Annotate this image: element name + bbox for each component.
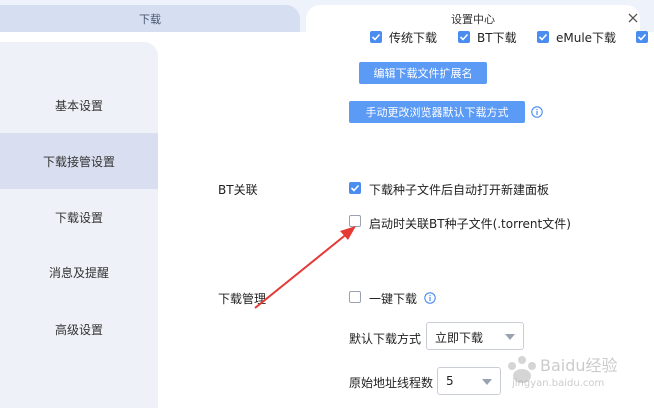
bt-association-title: BT关联 — [218, 183, 258, 197]
select-value: 立即下载 — [435, 331, 484, 345]
button-label: 手动更改浏览器默认下载方式 — [365, 106, 509, 119]
tab-bar: 下载 设置中心 — [0, 0, 654, 32]
sidebar-item-label: 下载接管设置 — [42, 154, 115, 169]
sidebar-item-download-takeover[interactable]: 下载接管设置 — [0, 133, 158, 189]
sidebar-item-notifications[interactable]: 消息及提醒 — [0, 244, 158, 300]
button-label: 编辑下载文件扩展名 — [373, 67, 473, 80]
watermark-url: jingyan.baidu.com — [512, 378, 605, 389]
checkbox-auto-open-panel[interactable] — [349, 182, 361, 194]
sidebar-item-label: 高级设置 — [54, 322, 103, 337]
checkbox-traditional-download[interactable] — [370, 31, 382, 43]
sidebar-item-label: 基本设置 — [54, 98, 103, 113]
thread-count-select[interactable]: 5 — [437, 367, 501, 395]
annotation-arrow — [254, 226, 356, 309]
checkbox-other-download[interactable] — [636, 31, 648, 43]
select-value: 5 — [446, 374, 454, 388]
checkbox-label: 传统下载 — [389, 31, 438, 45]
checkbox-label: eMule下载 — [556, 31, 617, 45]
checkbox-label: 一键下载 — [369, 292, 418, 306]
close-icon[interactable] — [627, 12, 639, 24]
sidebar-item-label: 下载设置 — [54, 210, 103, 225]
tab-settings-label: 设置中心 — [451, 12, 495, 26]
checkbox-label: 启动时关联BT种子文件(.torrent文件) — [369, 217, 571, 231]
change-browser-default-button[interactable]: 手动更改浏览器默认下载方式 — [349, 101, 525, 123]
checkbox-bt-download[interactable] — [458, 31, 470, 43]
chevron-down-icon — [482, 379, 492, 385]
watermark-text: Baidu经验 — [540, 356, 618, 375]
thread-count-label: 原始地址线程数 — [349, 376, 434, 390]
info-icon[interactable] — [424, 292, 436, 304]
tab-download-label: 下载 — [139, 12, 161, 26]
settings-sidebar: 基本设置 下载接管设置 下载设置 消息及提醒 高级设置 — [0, 42, 158, 408]
default-mode-label: 默认下载方式 — [349, 332, 422, 346]
sidebar-item-basic[interactable]: 基本设置 — [0, 77, 158, 133]
info-icon[interactable] — [531, 106, 543, 118]
tab-download[interactable]: 下载 — [0, 5, 300, 32]
chevron-down-icon — [505, 334, 515, 340]
sidebar-item-download[interactable]: 下载设置 — [0, 189, 158, 245]
tab-settings[interactable]: 设置中心 — [306, 5, 640, 32]
checkbox-label: 下载种子文件后自动打开新建面板 — [369, 183, 550, 197]
sidebar-item-advanced[interactable]: 高级设置 — [0, 301, 158, 357]
checkbox-emule-download[interactable] — [537, 31, 549, 43]
checkbox-label: BT下载 — [477, 31, 517, 45]
edit-extensions-button[interactable]: 编辑下载文件扩展名 — [359, 62, 487, 84]
sidebar-item-label: 消息及提醒 — [48, 265, 109, 280]
default-mode-select[interactable]: 立即下载 — [426, 322, 524, 350]
